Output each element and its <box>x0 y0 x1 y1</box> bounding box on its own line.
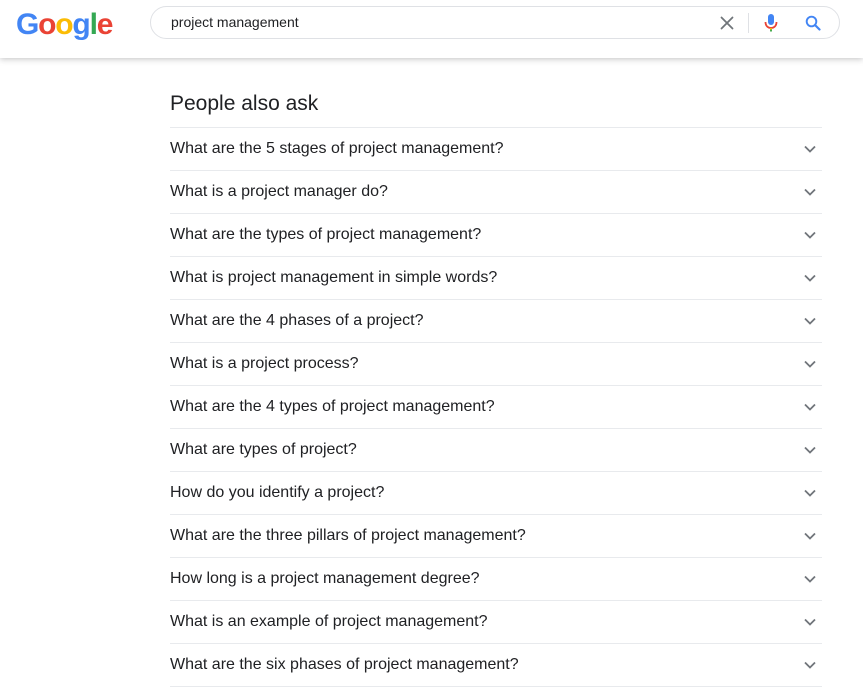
section-title: People also ask <box>170 92 319 115</box>
logo-letter: e <box>96 8 114 41</box>
question-text: How long is a project management degree? <box>170 570 480 587</box>
voice-search-button[interactable] <box>757 7 785 38</box>
search-box <box>150 6 840 39</box>
question-text: What are the 4 phases of a project? <box>170 312 424 329</box>
question-row[interactable]: How long is a project management degree? <box>170 558 822 601</box>
question-text: What is project management in simple wor… <box>170 269 498 286</box>
question-row[interactable]: What are the three pillars of project ma… <box>170 515 822 558</box>
question-text: What are the types of project management… <box>170 226 482 243</box>
question-row[interactable]: What are the 5 stages of project managem… <box>170 128 822 171</box>
search-input[interactable] <box>171 7 711 38</box>
people-also-ask-section: People also ask What are the 5 stages of… <box>170 90 822 687</box>
chevron-down-icon[interactable] <box>802 227 818 243</box>
chevron-down-icon[interactable] <box>802 614 818 630</box>
question-row[interactable]: What is a project manager do? <box>170 171 822 214</box>
chevron-down-icon[interactable] <box>802 657 818 673</box>
question-text: What are the six phases of project manag… <box>170 656 519 673</box>
logo-letter: l <box>89 8 98 41</box>
logo-letter: o <box>38 8 56 41</box>
question-row[interactable]: What are the types of project management… <box>170 214 822 257</box>
chevron-down-icon[interactable] <box>802 571 818 587</box>
question-text: What are the 5 stages of project managem… <box>170 140 504 157</box>
logo-letter: G <box>16 8 39 41</box>
microphone-icon <box>764 13 778 31</box>
question-row[interactable]: How do you identify a project? <box>170 472 822 515</box>
search-divider <box>748 13 749 33</box>
question-text: What is an example of project management… <box>170 613 488 630</box>
search-button[interactable] <box>799 7 827 38</box>
chevron-down-icon[interactable] <box>802 313 818 329</box>
chevron-down-icon[interactable] <box>802 399 818 415</box>
question-row[interactable]: What is an example of project management… <box>170 601 822 644</box>
question-text: What are the 4 types of project manageme… <box>170 398 495 415</box>
question-text: What is a project process? <box>170 355 359 372</box>
google-logo[interactable]: Google <box>16 7 114 43</box>
chevron-down-icon[interactable] <box>802 356 818 372</box>
clear-search-button[interactable] <box>713 7 741 38</box>
search-icon <box>805 15 821 31</box>
chevron-down-icon[interactable] <box>802 442 818 458</box>
question-text: What are types of project? <box>170 441 357 458</box>
question-row[interactable]: What is project management in simple wor… <box>170 257 822 300</box>
chevron-down-icon[interactable] <box>802 141 818 157</box>
question-text: What are the three pillars of project ma… <box>170 527 526 544</box>
logo-letter: o <box>55 8 73 41</box>
question-row[interactable]: What are the 4 phases of a project? <box>170 300 822 343</box>
top-bar: Google <box>0 0 863 58</box>
question-list: What are the 5 stages of project managem… <box>170 127 822 687</box>
chevron-down-icon[interactable] <box>802 184 818 200</box>
chevron-down-icon[interactable] <box>802 270 818 286</box>
question-text: How do you identify a project? <box>170 484 385 501</box>
question-row[interactable]: What are the six phases of project manag… <box>170 644 822 687</box>
question-text: What is a project manager do? <box>170 183 388 200</box>
close-icon <box>720 16 734 29</box>
chevron-down-icon[interactable] <box>802 485 818 501</box>
question-row[interactable]: What is a project process? <box>170 343 822 386</box>
question-row[interactable]: What are types of project? <box>170 429 822 472</box>
chevron-down-icon[interactable] <box>802 528 818 544</box>
logo-letter: g <box>72 8 90 41</box>
question-row[interactable]: What are the 4 types of project manageme… <box>170 386 822 429</box>
